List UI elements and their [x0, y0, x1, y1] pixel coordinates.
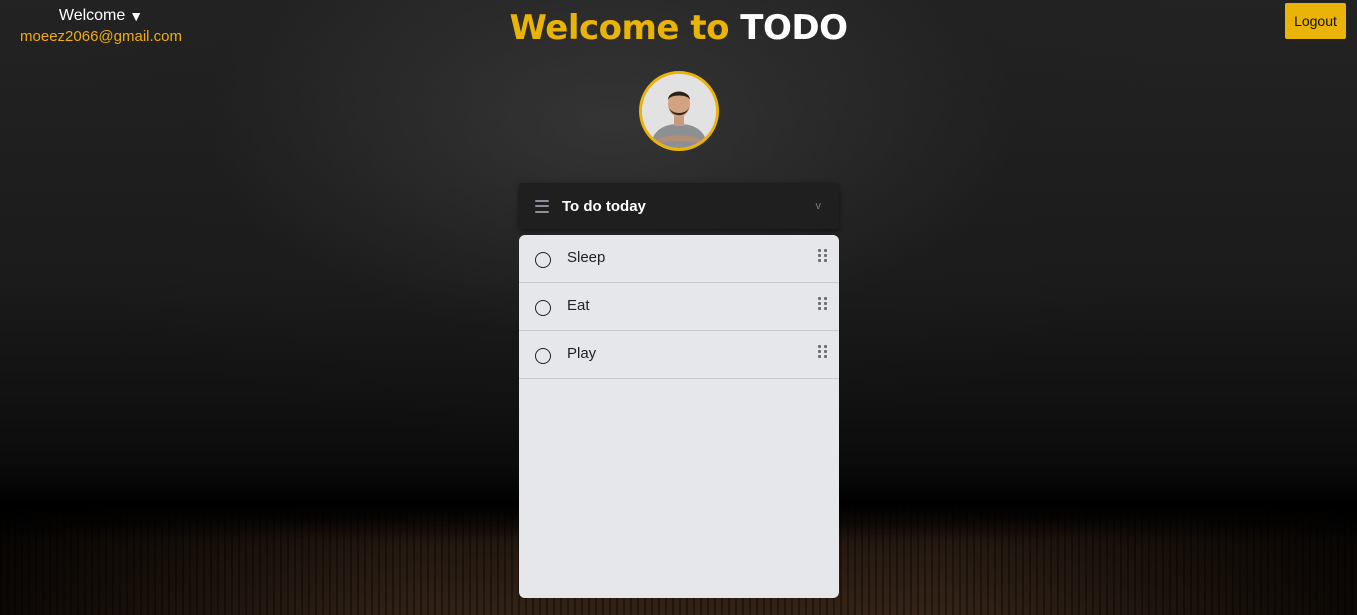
task-item-eat[interactable]: Eat [519, 283, 839, 331]
page-title-app-name: TODO [740, 8, 848, 48]
avatar [639, 71, 719, 151]
task-checkbox[interactable] [535, 251, 551, 268]
drag-handle-icon[interactable] [818, 344, 827, 359]
task-label: Eat [567, 297, 590, 314]
profile-photo [642, 74, 716, 148]
chevron-down-icon[interactable]: v [816, 200, 822, 212]
task-item-play[interactable]: Play [519, 331, 839, 379]
task-checkbox[interactable] [535, 299, 551, 316]
task-item-sleep[interactable]: Sleep [519, 235, 839, 283]
drag-handle-icon[interactable] [818, 296, 827, 311]
task-label: Sleep [567, 249, 606, 266]
task-list: Sleep Eat Play [519, 235, 839, 598]
list-title: To do today [562, 197, 646, 215]
list-header[interactable]: To do today v [519, 183, 839, 229]
drag-handle-icon[interactable] [818, 248, 827, 263]
logout-button[interactable]: Logout [1285, 3, 1346, 39]
hamburger-icon[interactable] [535, 199, 549, 213]
task-label: Play [567, 345, 597, 362]
task-checkbox[interactable] [535, 347, 551, 364]
page-title-prefix: Welcome to [509, 8, 729, 48]
page-title: Welcome to TODO [0, 8, 1357, 48]
